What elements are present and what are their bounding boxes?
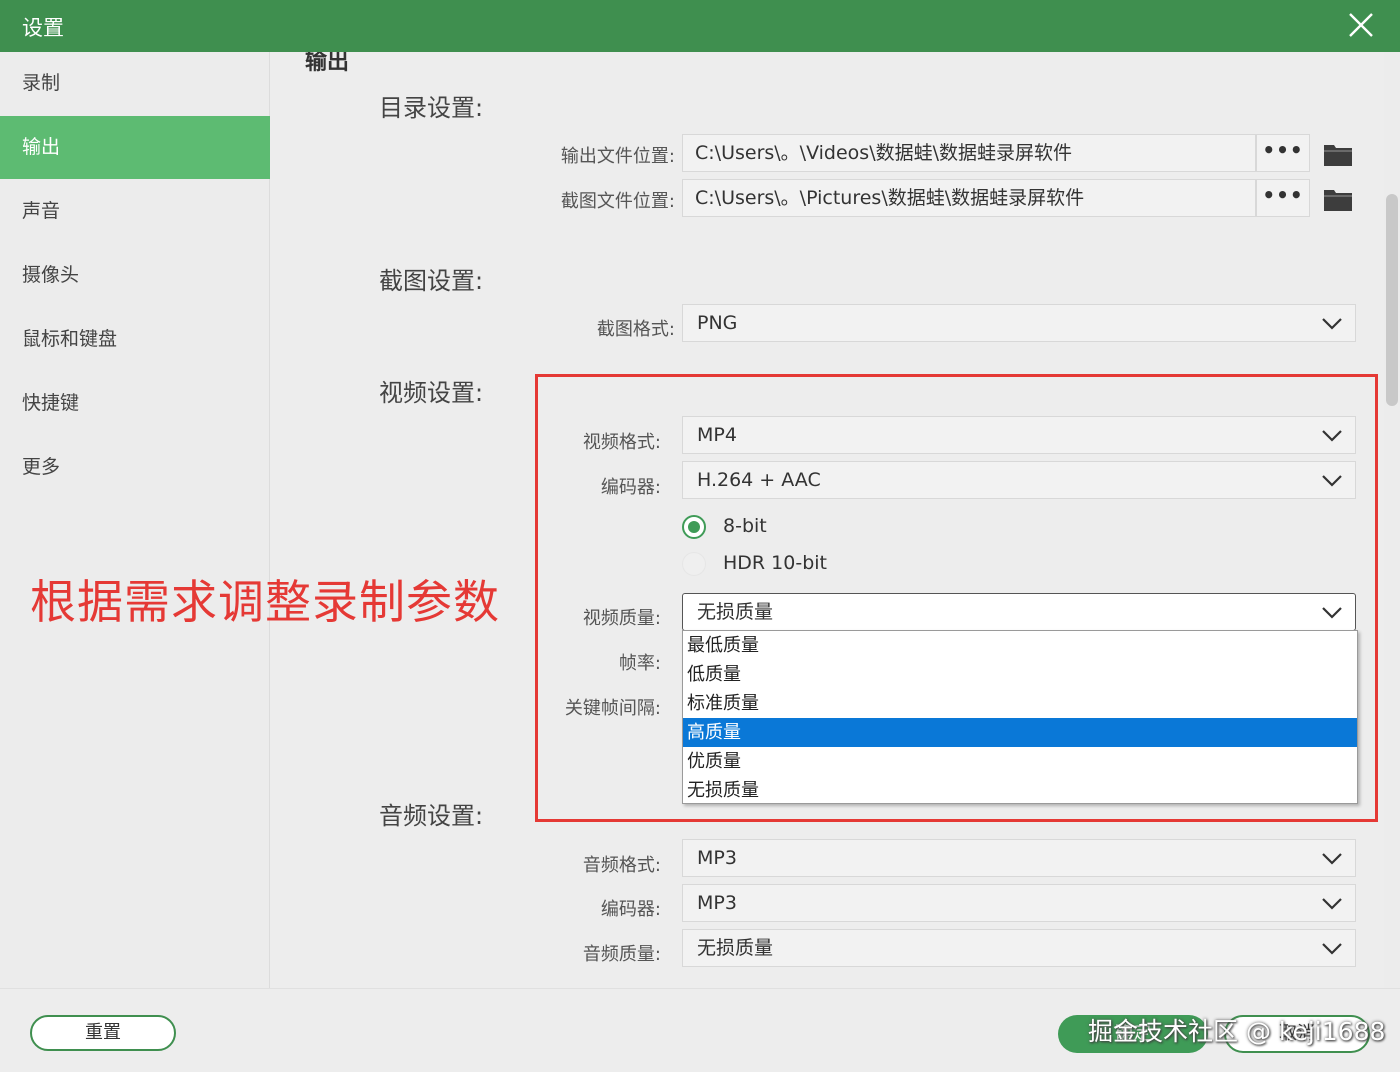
output-location-label: 输出文件位置: (560, 146, 675, 167)
audio-encoder-label: 编码器: (600, 899, 661, 920)
annotation-highlight-box (535, 374, 1378, 822)
audio-encoder-value: MP3 (697, 892, 737, 914)
chevron-down-icon (1322, 318, 1342, 330)
sidebar-item-output[interactable]: 输出 (0, 116, 270, 179)
section-heading-output: 输出 (305, 52, 350, 75)
screenshot-browse-button[interactable]: ••• (1256, 179, 1310, 217)
annotation-text: 根据需求调整录制参数 (30, 575, 500, 629)
screenshot-format-value: PNG (697, 312, 738, 334)
chevron-down-icon (1322, 898, 1342, 910)
audio-format-value: MP3 (697, 847, 737, 869)
scrollbar-thumb[interactable] (1386, 194, 1398, 406)
screenshot-location-label: 截图文件位置: (560, 191, 675, 212)
sidebar-item-hotkeys[interactable]: 快捷键 (0, 372, 270, 435)
title-bar (0, 0, 1400, 52)
section-title-screenshot: 截图设置: (379, 267, 484, 295)
screenshot-folder-button[interactable] (1323, 186, 1353, 212)
close-icon (1349, 13, 1373, 37)
folder-icon (1324, 145, 1352, 166)
scrollbar-track (1384, 52, 1400, 988)
reset-button[interactable]: 重置 (30, 1015, 176, 1051)
close-button[interactable] (1342, 6, 1380, 44)
watermark: 掘金技术社区 @ keji1688 (1088, 1017, 1386, 1046)
sidebar-item-mouse-keyboard[interactable]: 鼠标和键盘 (0, 308, 270, 371)
window-title: 设置 (22, 16, 64, 40)
screenshot-format-select[interactable]: PNG (682, 304, 1356, 342)
sidebar-item-record[interactable]: 录制 (0, 52, 270, 115)
output-browse-button[interactable]: ••• (1256, 134, 1310, 172)
chevron-down-icon (1322, 943, 1342, 955)
audio-format-label: 音频格式: (582, 855, 661, 876)
audio-quality-label: 音频质量: (582, 944, 661, 965)
audio-encoder-select[interactable]: MP3 (682, 884, 1356, 922)
section-title-directory: 目录设置: (379, 94, 484, 122)
audio-format-select[interactable]: MP3 (682, 839, 1356, 877)
screenshot-path-field[interactable]: C:\Users\。\Pictures\数据蛙\数据蛙录屏软件 (682, 179, 1256, 217)
screenshot-format-label: 截图格式: (596, 319, 675, 340)
section-title-video: 视频设置: (379, 379, 484, 407)
sidebar-item-more[interactable]: 更多 (0, 436, 270, 499)
chevron-down-icon (1322, 853, 1342, 865)
sidebar-item-sound[interactable]: 声音 (0, 180, 270, 243)
audio-quality-value: 无损质量 (697, 937, 774, 959)
sidebar: 录制 输出 声音 摄像头 鼠标和键盘 快捷键 更多 (0, 52, 270, 988)
folder-icon (1324, 190, 1352, 211)
audio-quality-select[interactable]: 无损质量 (682, 929, 1356, 967)
output-folder-button[interactable] (1323, 141, 1353, 167)
section-title-audio: 音频设置: (379, 802, 484, 830)
output-path-field[interactable]: C:\Users\。\Videos\数据蛙\数据蛙录屏软件 (682, 134, 1256, 172)
sidebar-item-camera[interactable]: 摄像头 (0, 244, 270, 307)
